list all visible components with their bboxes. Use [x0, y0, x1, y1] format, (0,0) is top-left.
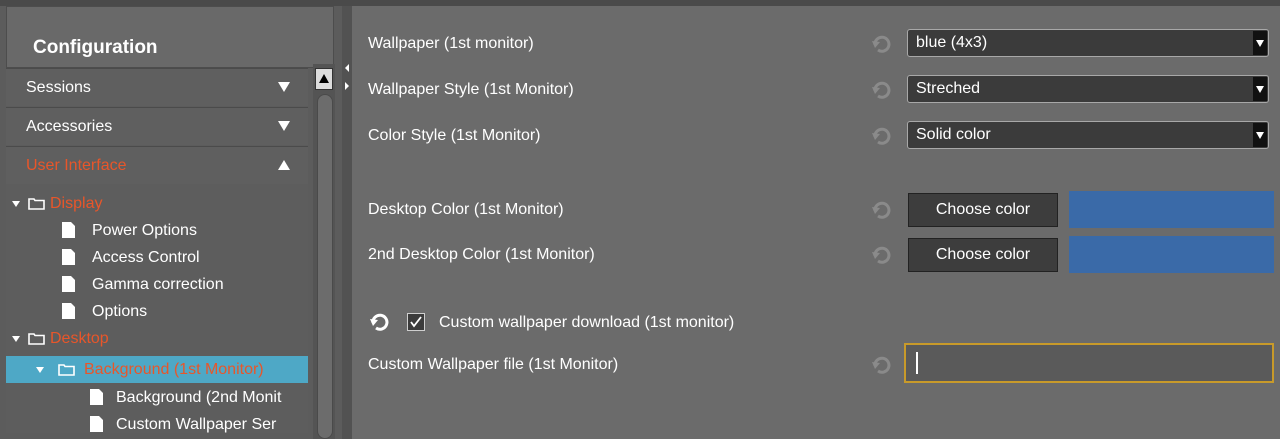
- collapse-arrows-icon[interactable]: [344, 64, 350, 92]
- tree-node-label: Background (2nd Monit: [116, 389, 282, 406]
- wallpaper-select[interactable]: blue (4x3): [907, 29, 1269, 57]
- triangle-down-icon: [278, 121, 290, 131]
- reset-icon[interactable]: [370, 313, 390, 331]
- page-icon: [90, 389, 103, 405]
- tree-node-access-control[interactable]: Access Control: [6, 244, 308, 271]
- color-style-label: Color Style (1st Monitor): [368, 127, 541, 144]
- triangle-up-icon: [319, 74, 329, 83]
- page-icon: [62, 222, 75, 238]
- custom-wallpaper-file-label: Custom Wallpaper file (1st Monitor): [368, 356, 619, 373]
- tree-node-desktop[interactable]: Desktop: [6, 325, 308, 352]
- section-user-interface[interactable]: User Interface: [6, 146, 308, 184]
- second-desktop-color-swatch[interactable]: [1069, 236, 1274, 273]
- chevron-down-icon: [1256, 86, 1264, 93]
- expand-arrow-icon[interactable]: [12, 335, 20, 343]
- triangle-up-icon: [278, 160, 290, 170]
- tree-node-custom-wallpaper-server[interactable]: Custom Wallpaper Ser: [6, 411, 308, 433]
- tree-node-gamma-correction[interactable]: Gamma correction: [6, 271, 308, 298]
- reset-icon[interactable]: [872, 246, 892, 264]
- tree-node-label: Power Options: [92, 222, 197, 239]
- wallpaper-label: Wallpaper (1st monitor): [368, 35, 534, 52]
- color-style-value: Solid color: [916, 126, 991, 143]
- sidebar-title: Configuration: [6, 6, 334, 68]
- wallpaper-style-value: Streched: [916, 80, 981, 97]
- tree-node-label: Gamma correction: [92, 276, 224, 293]
- folder-icon: [58, 364, 75, 376]
- expand-arrow-icon[interactable]: [36, 366, 44, 374]
- scroll-up-button[interactable]: [315, 68, 333, 90]
- desktop-color-label: Desktop Color (1st Monitor): [368, 201, 564, 218]
- section-label: Sessions: [26, 79, 91, 96]
- dropdown-caret: [1253, 31, 1267, 55]
- checkmark-icon: [410, 316, 422, 328]
- tree-node-label: Options: [92, 303, 148, 320]
- page-icon: [62, 249, 75, 265]
- custom-wallpaper-download-checkbox[interactable]: [407, 313, 425, 331]
- custom-wallpaper-file-input[interactable]: [904, 343, 1274, 383]
- dropdown-caret: [1253, 77, 1267, 101]
- tree-node-background-2nd-monitor[interactable]: Background (2nd Monit: [6, 384, 308, 411]
- chevron-down-icon: [1256, 40, 1264, 47]
- folder-icon: [28, 333, 45, 345]
- section-label: User Interface: [26, 157, 127, 174]
- wallpaper-style-select[interactable]: Streched: [907, 75, 1269, 103]
- chevron-down-icon: [1256, 132, 1264, 139]
- scrollbar-thumb[interactable]: [317, 94, 333, 439]
- panel-splitter[interactable]: [342, 6, 352, 439]
- choose-color-button-2[interactable]: Choose color: [908, 238, 1058, 272]
- tree-node-power-options[interactable]: Power Options: [6, 217, 308, 244]
- dropdown-caret: [1253, 123, 1267, 147]
- page-icon: [90, 416, 103, 432]
- wallpaper-style-label: Wallpaper Style (1st Monitor): [368, 81, 574, 98]
- reset-icon[interactable]: [872, 356, 892, 374]
- custom-wallpaper-download-label: Custom wallpaper download (1st monitor): [439, 314, 735, 331]
- folder-icon: [28, 198, 45, 210]
- reset-icon[interactable]: [872, 201, 892, 219]
- reset-icon[interactable]: [872, 35, 892, 53]
- triangle-down-icon: [278, 82, 290, 92]
- choose-color-button[interactable]: Choose color: [908, 193, 1058, 227]
- color-style-select[interactable]: Solid color: [907, 121, 1269, 149]
- section-label: Accessories: [26, 118, 113, 135]
- tree-node-label: Access Control: [92, 249, 200, 266]
- wallpaper-value: blue (4x3): [916, 34, 988, 51]
- tree-node-label: Background (1st Monitor): [84, 361, 264, 378]
- second-desktop-color-label: 2nd Desktop Color (1st Monitor): [368, 246, 595, 263]
- tree-node-options[interactable]: Options: [6, 298, 308, 325]
- text-cursor: [916, 352, 918, 374]
- section-sessions[interactable]: Sessions: [6, 68, 308, 106]
- section-accessories[interactable]: Accessories: [6, 107, 308, 145]
- desktop-color-swatch[interactable]: [1069, 191, 1274, 228]
- tree-node-label: Desktop: [50, 330, 109, 347]
- page-icon: [62, 276, 75, 292]
- tree-node-label: Display: [50, 195, 103, 212]
- settings-tree: Display Power Options Access Control Gam…: [6, 184, 308, 433]
- tree-node-label: Custom Wallpaper Ser: [116, 416, 277, 433]
- tree-node-background-1st-monitor[interactable]: Background (1st Monitor): [6, 356, 308, 383]
- reset-icon[interactable]: [872, 81, 892, 99]
- expand-arrow-icon[interactable]: [12, 200, 20, 208]
- tree-node-display[interactable]: Display: [6, 190, 308, 217]
- page-icon: [62, 303, 75, 319]
- reset-icon[interactable]: [872, 127, 892, 145]
